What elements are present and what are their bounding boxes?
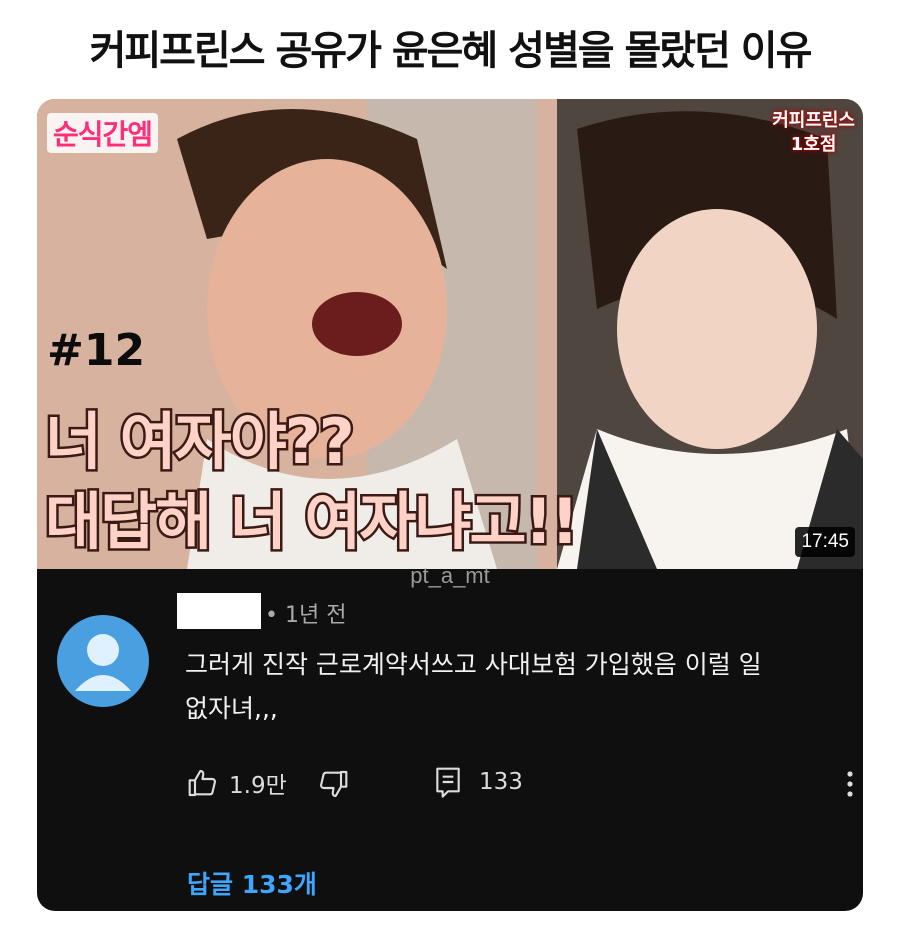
avatar[interactable]: [57, 615, 149, 707]
show-logo-line1: 커피프린스: [772, 110, 855, 131]
thumbs-up-icon: [188, 769, 217, 797]
comment-icon: [436, 767, 460, 798]
show-logo-line2: 1호점: [790, 134, 837, 155]
vertical-dots-icon: [847, 771, 853, 797]
thumbs-down-icon: [319, 770, 348, 798]
thumbnail-title-line2: 대답해 너 여자냐고!!: [42, 483, 581, 561]
comment-actions: 1.9만 133: [187, 766, 847, 806]
like-button[interactable]: 1.9만: [187, 766, 287, 800]
more-options-button[interactable]: [845, 769, 855, 803]
like-count: 1.9만: [229, 773, 287, 799]
reply-count: 133: [479, 769, 523, 795]
channel-tag: 순식간엠: [47, 113, 159, 153]
redacted-username: [177, 593, 261, 629]
view-replies-link[interactable]: 답글 133개: [187, 865, 317, 901]
video-thumbnail[interactable]: 순식간엠 커피프린스 1호점 #12 너 여자야?? 대답해 너 여자냐고!! …: [37, 99, 863, 569]
comment-body: 그러게 진작 근로계약서쓰고 사대보험 가입했음 이럴 일 없자녀,,,: [185, 650, 762, 723]
default-user-icon: [75, 634, 131, 691]
post-headline: 커피프린스 공유가 윤은혜 성별을 몰랐던 이유: [89, 28, 813, 74]
dislike-button[interactable]: [317, 768, 349, 800]
episode-number: #12: [47, 325, 146, 376]
comment-timestamp: • 1년 전: [265, 603, 347, 628]
video-duration: 17:45: [795, 527, 855, 557]
reply-button[interactable]: 133: [433, 766, 523, 798]
watermark: pt_a_mt: [410, 563, 490, 588]
show-logo: 커피프린스 1호점: [772, 109, 855, 157]
youtube-comment-card: 순식간엠 커피프린스 1호점 #12 너 여자야?? 대답해 너 여자냐고!! …: [37, 99, 863, 911]
thumbnail-title-line1: 너 여자야??: [43, 403, 358, 481]
